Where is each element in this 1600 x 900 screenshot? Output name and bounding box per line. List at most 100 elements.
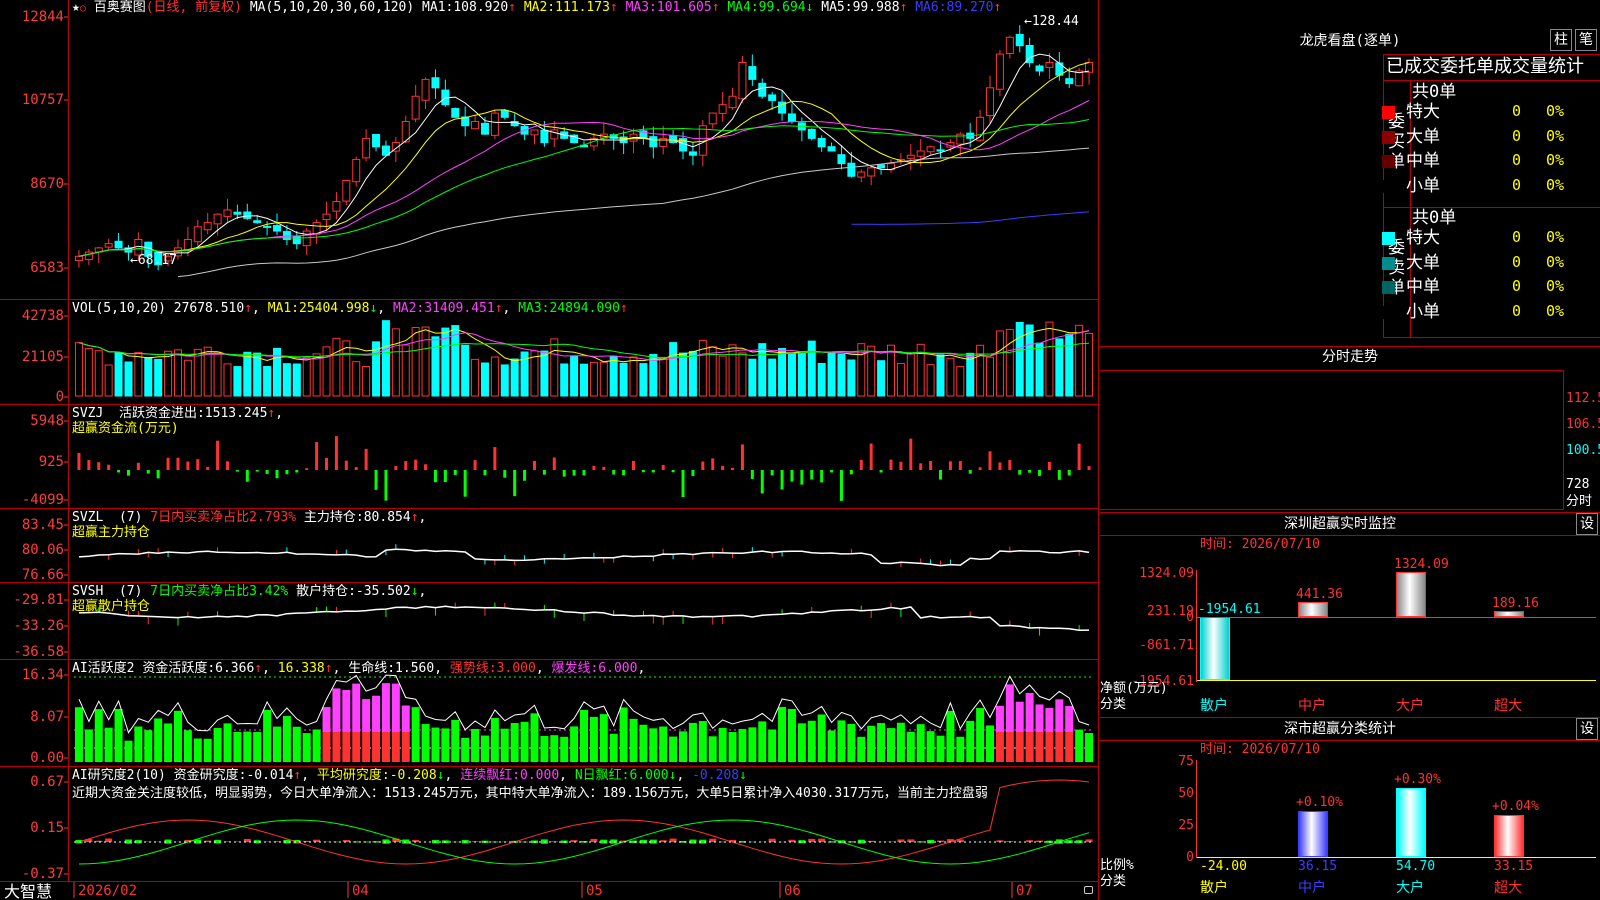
ai1-bar bbox=[1065, 732, 1074, 762]
kline-candle bbox=[926, 146, 935, 153]
sz-monitor-category: 大户 bbox=[1396, 698, 1424, 714]
kline-candle bbox=[995, 53, 1004, 90]
app-brand[interactable]: 大智慧 bbox=[4, 883, 52, 900]
sz-stats-time: 时间: 2026/07/10 bbox=[1200, 742, 1320, 757]
svzj-bar bbox=[404, 461, 408, 470]
svzj-bar bbox=[582, 470, 586, 476]
ai1-bar bbox=[144, 730, 153, 762]
sz-stats-bar[interactable] bbox=[1494, 815, 1524, 857]
volume-bar bbox=[381, 320, 390, 397]
svzj-bar bbox=[235, 470, 239, 472]
kline-candle bbox=[837, 154, 846, 165]
lock-icon[interactable] bbox=[1084, 886, 1093, 894]
vol-y-label: 21105 bbox=[21, 349, 64, 365]
svzj-bar bbox=[344, 460, 348, 470]
kline-y-label: 10757 bbox=[21, 92, 64, 108]
volume-bar bbox=[886, 344, 895, 397]
ma1-label: MA1: bbox=[422, 0, 454, 15]
sz-stats-bar[interactable] bbox=[1396, 787, 1426, 857]
sz-stats-category: 大户 bbox=[1396, 880, 1424, 896]
lhb-row-pct: 0% bbox=[1546, 151, 1565, 169]
svzj-bar bbox=[721, 465, 725, 470]
sz-monitor-bar[interactable] bbox=[1396, 572, 1426, 617]
vol-name: VOL(5,10,20) bbox=[72, 301, 166, 316]
sz-monitor-bar[interactable] bbox=[1298, 602, 1328, 617]
intraday-title: 分时走势 bbox=[1322, 349, 1378, 365]
ma1-arrow: ↑ bbox=[508, 0, 516, 15]
main-chart-area[interactable]: ★○ 百奥赛图(日线, 前复权) MA(5,10,20,30,60,120) M… bbox=[0, 0, 1100, 900]
ma6-arrow: ↑ bbox=[993, 0, 1002, 15]
ai1-bar-top bbox=[401, 705, 410, 732]
volume-bar bbox=[946, 357, 955, 397]
ai1-bar bbox=[510, 722, 519, 762]
sz-stats-bar-delta: +0.10% bbox=[1296, 795, 1343, 811]
lhb-row-count: 0 bbox=[1512, 252, 1522, 271]
volume-bar bbox=[490, 356, 499, 397]
svzj-bar bbox=[354, 467, 358, 470]
sz-stats-cat-label: 分类 bbox=[1100, 874, 1127, 889]
svzj-bar bbox=[414, 459, 418, 470]
volume-bar bbox=[619, 362, 628, 397]
lhb-bar-button[interactable]: 柱 bbox=[1550, 29, 1572, 51]
lhb-swatch bbox=[1382, 155, 1395, 168]
svzj-bar bbox=[929, 461, 933, 470]
ai1-bar bbox=[1075, 729, 1084, 762]
sz-monitor-base-line bbox=[1196, 680, 1596, 681]
ai2-bar bbox=[95, 840, 103, 842]
svzj-y-label: -4099 bbox=[21, 492, 64, 508]
lhb-tick-button[interactable]: 笔 bbox=[1575, 29, 1597, 51]
kline-candle bbox=[867, 167, 876, 177]
sz-stats-divider bbox=[1100, 740, 1600, 741]
ai1-bar bbox=[550, 735, 559, 762]
svzj-bar bbox=[87, 460, 91, 470]
volume-bar bbox=[728, 344, 737, 397]
kline-candle bbox=[490, 112, 499, 136]
vol-y-label: 42738 bbox=[21, 308, 64, 324]
lhb-swatch bbox=[1382, 179, 1395, 193]
kline-candle bbox=[431, 77, 440, 89]
sz-monitor-settings-button[interactable]: 设 bbox=[1576, 513, 1598, 535]
ai1-bar bbox=[926, 731, 935, 762]
sz-stats-bar[interactable] bbox=[1298, 811, 1328, 857]
lhb-row-sell: 小单 0 0% bbox=[1100, 302, 1600, 324]
kline-candle bbox=[253, 220, 262, 224]
sz-monitor-bar[interactable] bbox=[1200, 617, 1230, 680]
ai2-bar bbox=[600, 839, 608, 844]
kline-candle bbox=[362, 137, 371, 159]
volume-bar bbox=[926, 364, 935, 397]
volume-bar bbox=[154, 358, 163, 397]
volume-bar bbox=[471, 358, 480, 397]
ai1-bar bbox=[233, 731, 242, 762]
ai1-bar bbox=[629, 718, 638, 762]
svzj-bar bbox=[879, 470, 883, 473]
ai1-bar bbox=[570, 726, 579, 762]
kline-candle bbox=[104, 243, 113, 248]
volume-bar bbox=[688, 350, 697, 397]
volume-bar bbox=[639, 363, 648, 397]
ai1-bar-top bbox=[1065, 705, 1074, 732]
ai1-bar bbox=[679, 731, 688, 762]
lhb-row-count: 0 bbox=[1512, 126, 1522, 145]
volume-bar bbox=[243, 351, 252, 397]
svzj-bar bbox=[542, 470, 546, 475]
lhb-row-pct: 0% bbox=[1546, 102, 1565, 120]
svzj-bar bbox=[671, 470, 675, 473]
volume-bar bbox=[1065, 333, 1074, 397]
svzj-y-label: 925 bbox=[38, 454, 64, 470]
vol-ma2: MA2:31409.451 bbox=[392, 301, 495, 316]
star-icon[interactable]: ★ bbox=[72, 0, 80, 15]
ai1-bar bbox=[906, 731, 915, 762]
svzj-bar bbox=[424, 464, 428, 470]
ai2-bar bbox=[105, 838, 113, 842]
ma4-label: MA4: bbox=[727, 0, 759, 15]
svzj-bar bbox=[374, 470, 378, 490]
volume-bar bbox=[322, 346, 331, 397]
ai1-bar bbox=[748, 727, 757, 762]
svzj-bar bbox=[146, 470, 150, 474]
sz-stats-settings-button[interactable]: 设 bbox=[1576, 718, 1598, 740]
ai1-bar bbox=[480, 735, 489, 762]
volume-bar bbox=[223, 363, 232, 397]
sz-monitor-time: 时间: 2026/07/10 bbox=[1200, 537, 1320, 552]
lhb-row-pct: 0% bbox=[1546, 126, 1565, 145]
ai1-bar bbox=[837, 720, 846, 762]
